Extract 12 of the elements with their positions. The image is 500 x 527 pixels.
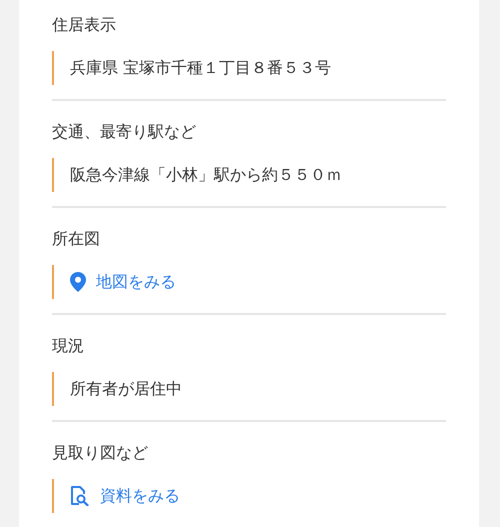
map-link[interactable]: 地図をみる	[96, 272, 176, 292]
field-label: 交通、最寄り駅など	[52, 121, 196, 143]
field-label: 所在図	[52, 228, 100, 250]
document-search-icon	[70, 486, 90, 506]
field-label: 現況	[52, 335, 84, 357]
field-value: 阪急今津線「小林」駅から約５５０ｍ	[70, 164, 342, 186]
field-label: 見取り図など	[52, 442, 148, 464]
field-value: 所有者が居住中	[70, 378, 182, 400]
field-label: 住居表示	[52, 14, 116, 36]
document-link[interactable]: 資料をみる	[100, 486, 180, 506]
field-value: 兵庫県 宝塚市千種１丁目８番５３号	[70, 58, 332, 78]
map-pin-icon	[70, 272, 86, 292]
